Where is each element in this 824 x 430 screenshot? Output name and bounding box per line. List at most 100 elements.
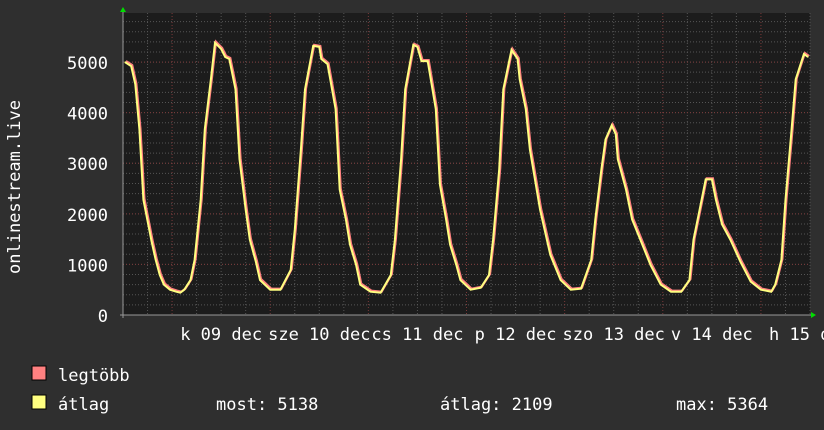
data-point xyxy=(380,292,382,294)
data-point xyxy=(502,88,504,90)
y-tick-label: 2000 xyxy=(67,206,108,226)
data-point xyxy=(580,288,582,290)
data-point xyxy=(780,259,782,261)
data-point xyxy=(151,241,153,243)
data-point xyxy=(445,218,447,220)
data-point xyxy=(803,53,805,55)
data-point xyxy=(200,199,202,201)
stat-average: átlag: 2109 xyxy=(440,395,553,415)
data-point xyxy=(159,274,161,276)
y-axis-arrow-icon xyxy=(120,7,126,12)
data-point xyxy=(412,44,414,46)
data-point xyxy=(688,279,690,281)
data-point xyxy=(604,138,607,141)
data-point xyxy=(469,289,472,291)
data-point xyxy=(294,228,296,231)
data-point xyxy=(124,61,126,63)
data-point xyxy=(193,259,196,261)
data-point xyxy=(715,199,717,201)
data-point xyxy=(290,269,292,271)
legend-swatch-avg xyxy=(31,394,47,410)
data-point xyxy=(400,158,402,160)
data-point xyxy=(394,239,396,241)
data-point xyxy=(525,108,527,110)
data-point xyxy=(320,58,322,60)
data-point xyxy=(529,148,531,151)
data-point xyxy=(774,284,776,286)
data-point xyxy=(420,60,423,62)
data-point xyxy=(318,46,320,48)
data-point xyxy=(729,239,731,241)
data-point xyxy=(615,133,617,136)
data-point xyxy=(269,289,271,291)
data-point xyxy=(142,199,145,201)
data-point xyxy=(600,168,603,170)
data-point xyxy=(510,49,513,51)
data-point xyxy=(259,279,261,281)
data-point xyxy=(130,65,132,67)
y-tick-label: 1000 xyxy=(67,256,108,276)
data-point xyxy=(790,128,793,130)
x-tick-label: p 12 dec xyxy=(475,325,557,345)
data-point xyxy=(220,48,222,50)
data-point xyxy=(590,259,592,261)
data-point xyxy=(807,56,809,58)
data-point xyxy=(480,287,482,289)
data-point xyxy=(404,88,406,90)
data-point xyxy=(680,291,682,293)
data-point xyxy=(138,128,140,130)
data-point xyxy=(335,108,337,110)
data-point xyxy=(355,264,357,266)
data-point xyxy=(416,46,419,48)
legend: legtöbb átlag most: 5138 átlag: 2109 max… xyxy=(31,365,768,415)
data-point xyxy=(611,124,613,126)
data-point xyxy=(721,223,723,226)
data-point xyxy=(517,58,519,60)
data-point xyxy=(459,279,461,281)
chart-container: 0 1000 2000 3000 4000 5000 k 09 dec sze 10 dec c… xyxy=(0,0,824,430)
legend-label-max: legtöbb xyxy=(58,366,130,386)
data-point xyxy=(134,83,136,85)
data-point xyxy=(705,178,707,181)
data-point xyxy=(390,274,392,276)
x-tick-label: cs 11 dec xyxy=(371,325,463,345)
x-tick-label: k 09 dec xyxy=(180,325,262,345)
data-point xyxy=(169,289,171,291)
data-point xyxy=(312,45,314,47)
stat-now: most: 5138 xyxy=(216,395,318,415)
data-point xyxy=(631,218,633,220)
data-point xyxy=(255,261,257,263)
data-point xyxy=(559,279,562,281)
data-point xyxy=(183,289,185,291)
data-point xyxy=(698,209,701,211)
data-point xyxy=(210,78,212,80)
data-point xyxy=(639,239,641,241)
data-point xyxy=(498,168,500,170)
data-point xyxy=(711,178,713,181)
data-point xyxy=(214,42,216,44)
data-point xyxy=(617,158,619,160)
x-tick-label: v 14 dec xyxy=(671,325,753,345)
data-point xyxy=(163,284,165,286)
data-point xyxy=(455,264,457,266)
y-axis-label: onlinestream.live xyxy=(5,100,25,274)
data-point xyxy=(175,291,177,293)
data-point xyxy=(179,292,181,294)
data-point xyxy=(300,148,302,151)
data-point xyxy=(770,291,772,293)
data-point xyxy=(570,289,572,291)
data-point xyxy=(660,284,662,286)
data-point xyxy=(345,218,347,220)
x-axis-arrow-icon xyxy=(811,312,816,318)
x-tick-label: sze 10 dec xyxy=(268,325,370,345)
y-tick-label: 5000 xyxy=(67,54,108,74)
data-point xyxy=(739,261,742,263)
data-point xyxy=(539,209,541,211)
y-tick-label: 3000 xyxy=(67,155,108,175)
data-point xyxy=(760,289,762,291)
data-point xyxy=(339,188,341,191)
data-point xyxy=(245,209,247,211)
data-point xyxy=(427,60,429,62)
y-tick-label: 4000 xyxy=(67,105,108,125)
data-point xyxy=(439,183,441,186)
